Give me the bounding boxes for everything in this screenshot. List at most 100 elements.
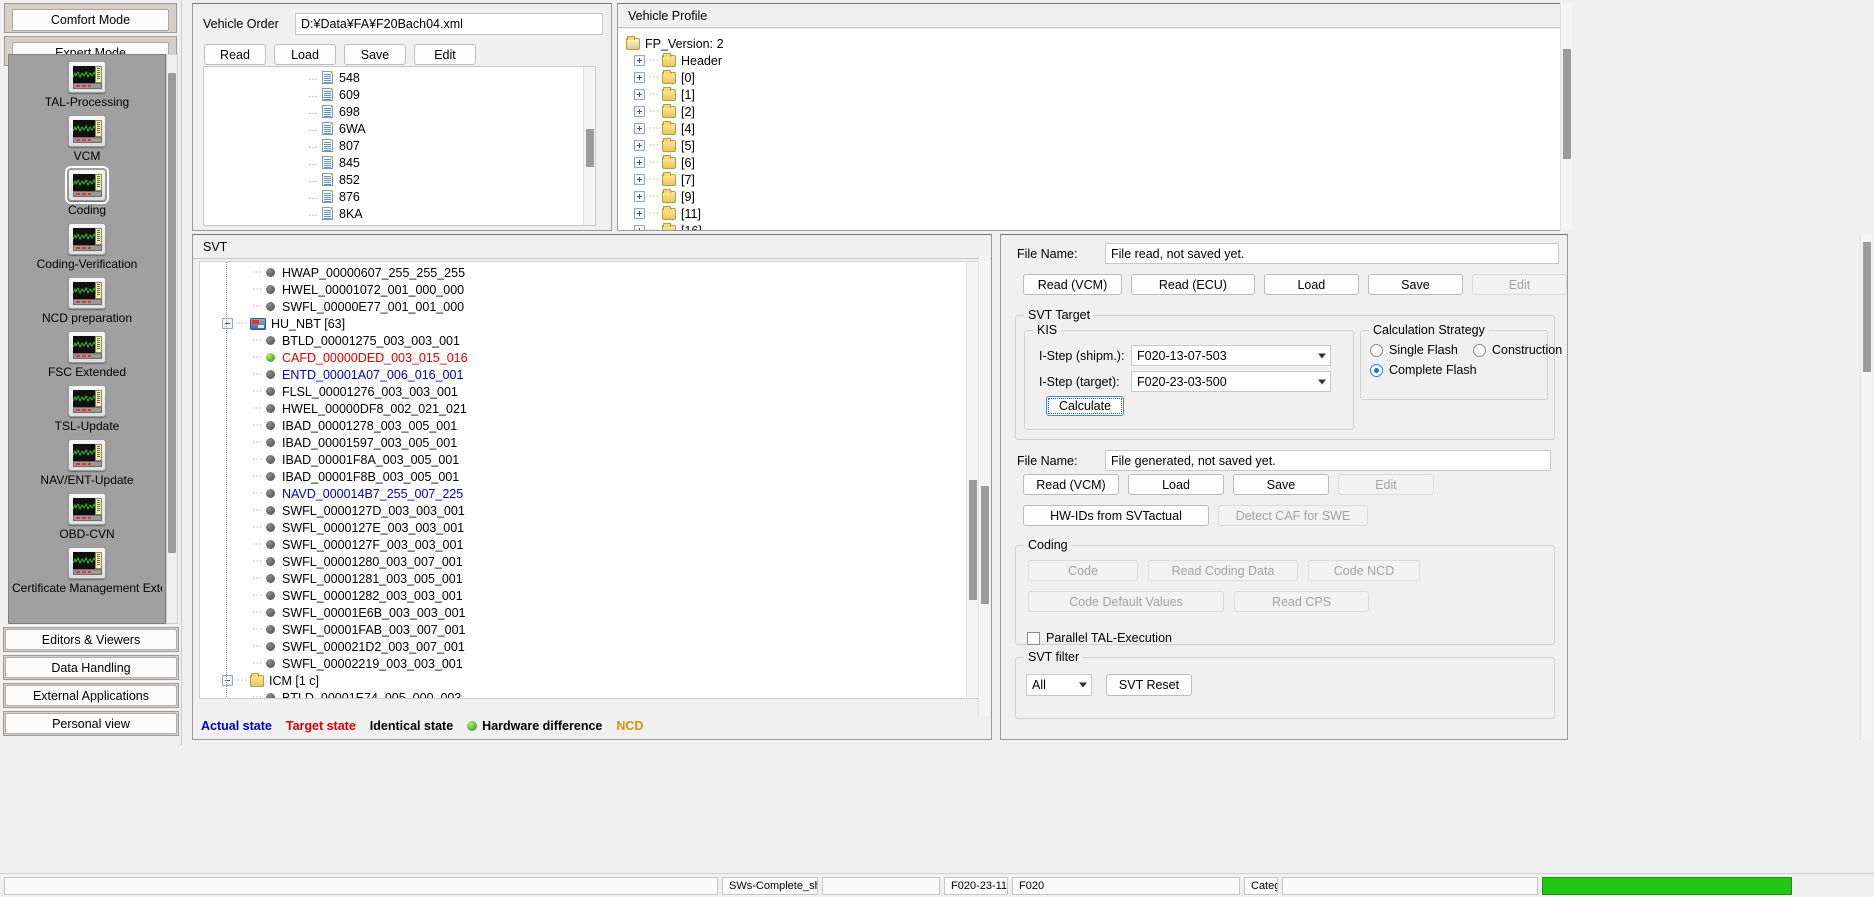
window-outer-scrollbar[interactable] <box>1860 234 1872 740</box>
vehicle-profile-node[interactable]: ⋯ [1] <box>626 86 1566 103</box>
expand-plus-icon[interactable] <box>634 208 645 219</box>
vehicle-order-tree-item[interactable]: … 852 <box>204 171 595 188</box>
code-default-values-button[interactable]: Code Default Values <box>1028 591 1224 612</box>
svt-outer-scroll-thumb[interactable] <box>981 486 989 604</box>
function-list-scroll-thumb[interactable] <box>168 73 176 553</box>
sidebar-button-external-applications[interactable]: External Applications <box>5 685 177 706</box>
svt-tree-row[interactable]: ⋯ ICM [1 c] <box>200 672 978 689</box>
expand-plus-icon[interactable] <box>634 72 645 83</box>
calculate-button[interactable]: Calculate <box>1046 396 1124 416</box>
svt-tree-row[interactable]: ⋯ IBAD_00001F8B_003_005_001 <box>200 468 978 485</box>
svt-tree-row[interactable]: ⋯ HWAP_00000607_255_255_255 <box>200 264 978 281</box>
expand-plus-icon[interactable] <box>634 55 645 66</box>
svt-actual-button-save[interactable]: Save <box>1367 274 1463 295</box>
svt-tree-scrollbar[interactable] <box>966 262 978 698</box>
svt-tree-row[interactable]: ⋯ BTLD_00001E74_005_000_003 <box>200 689 978 698</box>
vehicle-order-tree-item[interactable]: … 876 <box>204 188 595 205</box>
sidebar-item-tsl-update[interactable]: TSL-Update <box>9 379 165 433</box>
expand-plus-icon[interactable] <box>634 106 645 117</box>
svt-tree-row[interactable]: ⋯ HWEL_00001072_001_000_000 <box>200 281 978 298</box>
vehicle-order-tree-item[interactable]: … 8KA <box>204 205 595 222</box>
vehicle-profile-node[interactable]: ⋯ [7] <box>626 171 1566 188</box>
svt-tree-row[interactable]: ⋯ SWFL_00001280_003_007_001 <box>200 553 978 570</box>
vehicle-profile-node[interactable]: ⋯ [11] <box>626 205 1566 222</box>
checkbox-parallel-tal-icon[interactable] <box>1027 631 1040 645</box>
sidebar-item-certificate-management-exte[interactable]: Certificate Management Exte... <box>9 541 165 595</box>
vehicle-profile-outer-scroll-thumb[interactable] <box>1563 49 1571 159</box>
read-cps-button[interactable]: Read CPS <box>1234 591 1369 612</box>
hwids-from-svtactual-button[interactable]: HW-IDs from SVTactual <box>1023 505 1209 526</box>
vehicle-order-tree-item[interactable]: … 548 <box>204 69 595 86</box>
svt-tree-row[interactable]: ⋯ IBAD_00001597_003_005_001 <box>200 434 978 451</box>
svt-target-button-load[interactable]: Load <box>1128 474 1224 495</box>
vo-save-button[interactable]: Save <box>344 44 406 65</box>
svt-tree-row[interactable]: ⋯ NAVD_000014B7_255_007_225 <box>200 485 978 502</box>
svt-tree-row[interactable]: ⋯ IBAD_00001F8A_003_005_001 <box>200 451 978 468</box>
vehicle-order-tree-scroll-thumb[interactable] <box>586 129 594 167</box>
expand-plus-icon[interactable] <box>634 140 645 151</box>
window-outer-scroll-thumb[interactable] <box>1863 242 1871 372</box>
sidebar-button-editors-viewers[interactable]: Editors & Viewers <box>5 629 177 650</box>
vehicle-profile-node[interactable]: ⋯ [5] <box>626 137 1566 154</box>
vo-load-button[interactable]: Load <box>274 44 336 65</box>
vehicle-order-tree-item[interactable]: … 845 <box>204 154 595 171</box>
expand-plus-icon[interactable] <box>634 157 645 168</box>
svt-actual-button-edit[interactable]: Edit <box>1471 274 1567 295</box>
svt-tree-row[interactable]: ⋯ SWFL_0000127D_003_003_001 <box>200 502 978 519</box>
expand-plus-icon[interactable] <box>634 123 645 134</box>
vehicle-profile-node[interactable]: ⋯ [0] <box>626 69 1566 86</box>
vehicle-order-tree-item[interactable]: … 609 <box>204 86 595 103</box>
code-ncd-button[interactable]: Code NCD <box>1308 560 1420 581</box>
vehicle-profile-node[interactable]: ⋯ [4] <box>626 120 1566 137</box>
svt-tree[interactable]: ⋯ HWAP_00000607_255_255_255 ⋯ HWEL_00001072… <box>199 261 979 699</box>
vehicle-profile-node[interactable]: ⋯ [6] <box>626 154 1566 171</box>
expand-plus-icon[interactable] <box>634 174 645 185</box>
vehicle-profile-node[interactable]: ⋯ [9] <box>626 188 1566 205</box>
sidebar-item-nav-ent-update[interactable]: NAV/ENT-Update <box>9 433 165 487</box>
svt-tree-scroll-thumb[interactable] <box>969 480 977 600</box>
svt-actual-button-load[interactable]: Load <box>1263 274 1359 295</box>
svt-tree-row[interactable]: ⋯ SWFL_00002219_003_003_001 <box>200 655 978 672</box>
svt-tree-row[interactable]: ⋯ BTLD_00001275_003_003_001 <box>200 332 978 349</box>
svt-tree-row[interactable]: ⋯ SWFL_00001FAB_003_007_001 <box>200 621 978 638</box>
svt-tree-row[interactable]: ⋯ HWEL_00000DF8_002_021_021 <box>200 400 978 417</box>
sidebar-item-fsc-extended[interactable]: FSC Extended <box>9 325 165 379</box>
vehicle-profile-node[interactable]: ⋯ [2] <box>626 103 1566 120</box>
svt-actual-button-read-ecu[interactable]: Read (ECU) <box>1131 274 1255 295</box>
read-coding-data-button[interactable]: Read Coding Data <box>1148 560 1298 581</box>
svt-tree-row[interactable]: ⋯ ENTD_00001A07_006_016_001 <box>200 366 978 383</box>
svt-tree-row[interactable]: ⋯ SWFL_00001E6B_003_003_001 <box>200 604 978 621</box>
expand-plus-icon[interactable] <box>634 225 645 230</box>
vo-edit-button[interactable]: Edit <box>414 44 476 65</box>
svt-tree-row[interactable]: ⋯ SWFL_00001282_003_003_001 <box>200 587 978 604</box>
radio-complete-flash-icon[interactable] <box>1370 363 1383 377</box>
vehicle-profile-outer-scrollbar[interactable] <box>1560 3 1572 231</box>
code-button[interactable]: Code <box>1028 560 1138 581</box>
radio-construction-icon[interactable] <box>1473 343 1486 357</box>
svt-tree-row[interactable]: ⋯ CAFD_00000DED_003_015_016 <box>200 349 978 366</box>
vehicle-order-tree-item[interactable]: … 807 <box>204 137 595 154</box>
istep-shipm-select[interactable]: F020-13-07-503 <box>1131 345 1331 366</box>
strategy-option-complete-flash[interactable]: Complete Flash <box>1361 357 1547 377</box>
vehicle-order-tree[interactable]: … 548… 609… 698… 6WA… 807… 845… 852… 876… 8KA <box>203 66 596 226</box>
vehicle-order-path-input[interactable]: D:¥Data¥FA¥F20Bach04.xml <box>295 13 603 35</box>
vehicle-order-tree-item[interactable]: … 6WA <box>204 120 595 137</box>
vehicle-profile-tree[interactable]: FP_Version: 2 ⋯ Header ⋯ [0] ⋯ [1] ⋯ [2] ⋯ [4] ⋯ [5]… <box>618 29 1566 230</box>
function-icon-list[interactable]: TAL-Processing VCM Coding Coding-Verificati… <box>8 54 166 624</box>
svt-tree-row[interactable]: ⋯ IBAD_00001278_003_005_001 <box>200 417 978 434</box>
svt-tree-row[interactable]: ⋯ HU_NBT [63] <box>200 315 978 332</box>
svt-target-button-read-vcm[interactable]: Read (VCM) <box>1023 474 1119 495</box>
svt-tree-row[interactable]: ⋯ SWFL_0000127E_003_003_001 <box>200 519 978 536</box>
sidebar-item-obd-cvn[interactable]: OBD-CVN <box>9 487 165 541</box>
detect-caf-for-swe-button[interactable]: Detect CAF for SWE <box>1218 505 1368 526</box>
svt-tree-row[interactable]: ⋯ SWFL_00001281_003_005_001 <box>200 570 978 587</box>
svt-tree-row[interactable]: ⋯ SWFL_000021D2_003_007_001 <box>200 638 978 655</box>
vehicle-order-tree-scrollbar[interactable] <box>583 67 595 225</box>
sidebar-button-data-handling[interactable]: Data Handling <box>5 657 177 678</box>
expand-plus-icon[interactable] <box>634 191 645 202</box>
sidebar-item-ncd-preparation[interactable]: NCD preparation <box>9 271 165 325</box>
collapse-minus-icon[interactable] <box>222 675 233 686</box>
file-name-input-1[interactable]: File read, not saved yet. <box>1105 243 1559 264</box>
svt-filter-select[interactable]: All <box>1026 674 1092 696</box>
istep-target-select[interactable]: F020-23-03-500 <box>1131 371 1331 392</box>
